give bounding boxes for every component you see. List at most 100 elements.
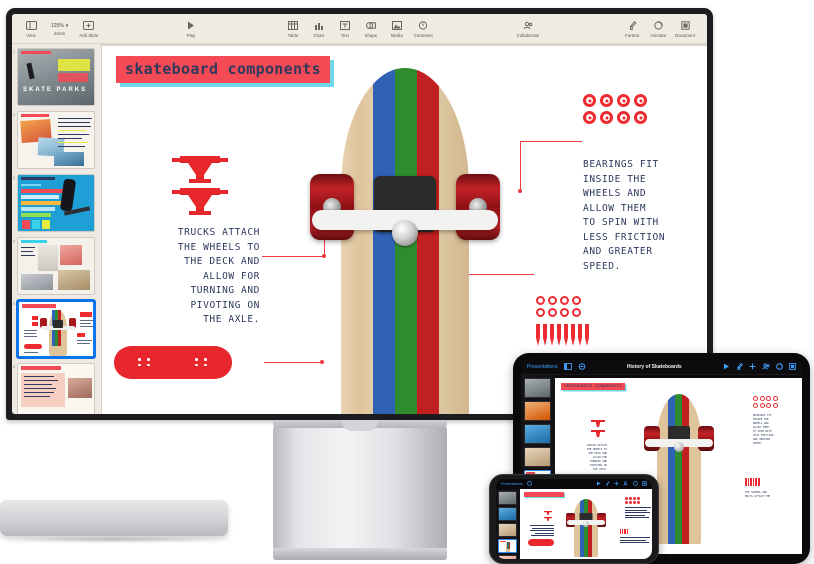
bolt-icon	[560, 296, 569, 305]
add-slide-button[interactable]: Add Slide	[75, 19, 102, 38]
slide-thumbnail-1[interactable]: SKATE PARKS	[17, 48, 95, 106]
document-button[interactable]: Document	[671, 19, 699, 38]
screw-icon	[571, 324, 575, 346]
slide-thumbnail-6[interactable]	[17, 363, 95, 414]
iphone-truck	[566, 513, 606, 527]
iphone-current-slide[interactable]	[520, 489, 652, 559]
list-item[interactable]: 3	[13, 174, 96, 232]
list-item[interactable]: 1 SKATE PARKS	[13, 48, 96, 106]
table-button[interactable]: Table	[280, 19, 306, 38]
play-icon[interactable]	[596, 481, 601, 488]
stand-base	[273, 548, 447, 560]
comment-button[interactable]: Comment	[410, 19, 437, 38]
iphone-slide-title	[524, 492, 564, 497]
iphone-thumb-2[interactable]	[498, 507, 517, 521]
format-brush-icon[interactable]	[736, 362, 744, 372]
stand-column	[273, 426, 447, 552]
list-item[interactable]: 2	[13, 111, 96, 169]
comment-label: Comment	[413, 32, 433, 38]
truck-icon-bottom	[172, 188, 228, 221]
keynote-toolbar: View 125% ▾ Zoom Add Slide Play Table Ch…	[12, 14, 707, 44]
zoom-value: 125%	[51, 22, 64, 29]
play-button[interactable]: Play	[178, 19, 204, 38]
document-icon[interactable]	[789, 362, 796, 372]
play-icon[interactable]	[723, 363, 730, 372]
collaborate-button[interactable]: Collaborate	[513, 19, 544, 38]
page-title[interactable]: skateboard components	[116, 56, 330, 83]
list-item[interactable]: 4	[13, 237, 96, 295]
animate-icon[interactable]	[776, 362, 783, 372]
iphone-screen: Presentations	[496, 479, 652, 559]
red-deck-shape	[114, 346, 232, 379]
iphone-thumb-5[interactable]	[498, 555, 517, 559]
insert-icon[interactable]	[749, 363, 756, 372]
slide-number: 5	[13, 301, 16, 306]
format-brush-icon[interactable]	[605, 480, 610, 488]
shape-button[interactable]: Shape	[358, 19, 384, 38]
ipad-thumb-2[interactable]	[524, 401, 551, 421]
stand-notch	[342, 420, 378, 431]
thumb-mount	[53, 320, 63, 328]
bearings-callout-text[interactable]: BEARINGS FIT INSIDE THE WHEELS AND ALLOW…	[583, 158, 703, 274]
thumb-bearings	[80, 312, 92, 317]
zoom-icon[interactable]	[578, 362, 586, 372]
iphone-slide-navigator[interactable]: +	[496, 489, 520, 559]
toolbar-play-group: Play	[178, 19, 204, 38]
zoom-icon[interactable]	[527, 480, 532, 488]
document-icon[interactable]	[642, 480, 647, 488]
iphone-canvas[interactable]	[520, 489, 652, 559]
zoom-control[interactable]: 125% ▾ Zoom	[44, 21, 75, 37]
iphone-trucks-lines	[530, 525, 554, 538]
deck-holes-right	[195, 358, 208, 366]
format-label: Format	[625, 32, 640, 38]
ipad-screws-text: THE SCREWS AND BOLTS ATTACH THE	[745, 491, 770, 498]
slide-thumbnail-4[interactable]	[17, 237, 95, 295]
shape-label: Shape	[364, 32, 378, 38]
slide-thumbnail-5-selected[interactable]	[17, 300, 95, 358]
bearing-icon	[600, 111, 613, 124]
collaborate-icon[interactable]	[623, 480, 629, 488]
ipad-bearings-group	[753, 396, 778, 408]
iphone-thumb-3[interactable]	[498, 523, 517, 537]
bolt-icon	[548, 308, 557, 317]
toolbar-collaborate-group: Collaborate	[513, 19, 544, 38]
iphone-bearings-group	[625, 497, 640, 504]
ipad-back-button[interactable]: Presentations	[527, 364, 558, 370]
zoom-value-chip[interactable]: 125% ▾	[48, 22, 71, 30]
bolt-icon	[572, 308, 581, 317]
sidebar-item-slide-5[interactable]: 5	[13, 300, 96, 358]
format-brush-icon	[626, 20, 639, 31]
format-button[interactable]: Format	[619, 19, 645, 38]
ipad-thumb-1[interactable]	[524, 378, 551, 398]
ipad-title-text: skateboard components	[564, 384, 623, 389]
list-item[interactable]: 6	[13, 363, 96, 414]
screw-icon	[557, 324, 561, 346]
animate-button[interactable]: Animate	[645, 19, 671, 38]
sidebar-icon[interactable]	[563, 362, 572, 372]
leader-line-deck	[264, 362, 322, 363]
chart-button[interactable]: Chart	[306, 19, 332, 38]
text-button[interactable]: Text	[332, 19, 358, 38]
toolbar-left-group: View 125% ▾ Zoom Add Slide	[18, 19, 102, 38]
iphone-back-button[interactable]: Presentations	[501, 482, 523, 486]
view-button[interactable]: View	[18, 19, 44, 38]
ipad-thumb-3[interactable]	[524, 424, 551, 444]
insert-icon[interactable]	[614, 480, 619, 488]
slide-thumbnail-3[interactable]	[17, 174, 95, 232]
iphone-thumb-4-selected[interactable]	[498, 539, 517, 553]
mac-mini	[0, 492, 228, 550]
media-label: Media	[390, 32, 403, 38]
shape-icon	[364, 20, 377, 31]
iphone-red-deck	[528, 539, 554, 546]
screws-icon-group	[536, 324, 589, 346]
animate-icon[interactable]	[633, 480, 638, 488]
iphone-thumb-1[interactable]	[498, 491, 517, 505]
view-sidebar-icon	[25, 20, 38, 31]
collaborate-icon[interactable]	[762, 363, 770, 372]
bearing-icon	[583, 94, 596, 107]
media-button[interactable]: Media	[384, 19, 410, 38]
slide-navigator[interactable]: 1 SKATE PARKS 2 3 4 5 6	[12, 44, 102, 414]
ipad-thumb-4[interactable]	[524, 447, 551, 467]
slide-thumbnail-2[interactable]	[17, 111, 95, 169]
trucks-callout-text[interactable]: TRUCKS ATTACH THE WHEELS TO THE DECK AND…	[130, 226, 260, 328]
